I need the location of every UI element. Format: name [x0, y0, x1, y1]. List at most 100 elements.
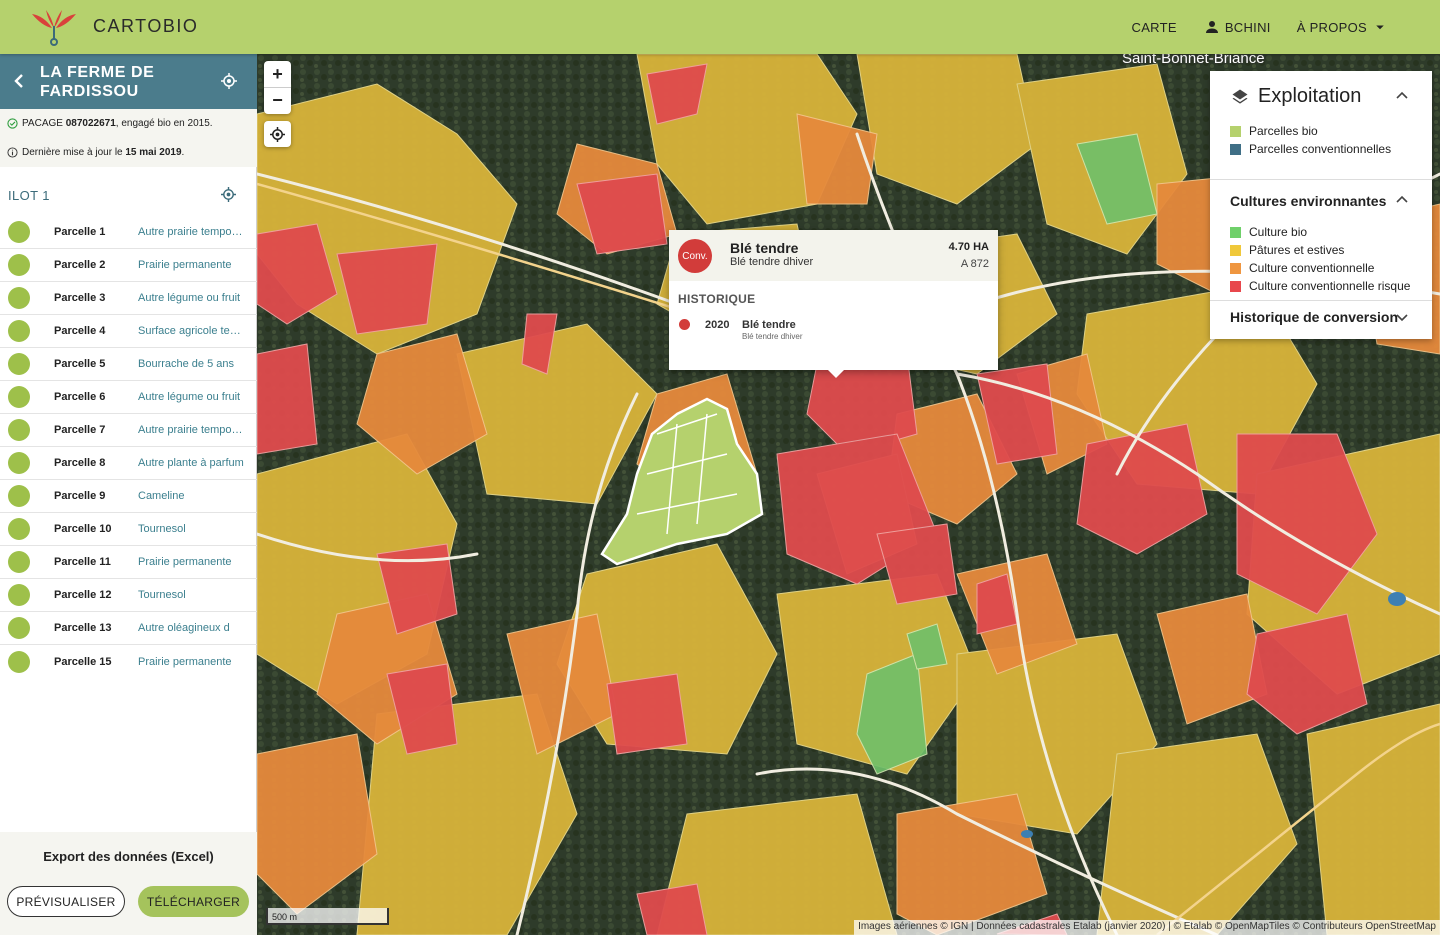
- pacage-line: PACAGE 087022671, engagé bio en 2015.: [7, 118, 213, 129]
- nav-user[interactable]: BCHINI: [1190, 0, 1284, 54]
- parcel-row[interactable]: Parcelle 11 Prairie permanente: [0, 546, 257, 579]
- parcel-name: Parcelle 13: [54, 622, 112, 634]
- chevron-up-icon[interactable]: [1395, 193, 1409, 207]
- history-crop-detail: Blé tendre dhiver: [742, 332, 803, 341]
- parcel-row[interactable]: Parcelle 3 Autre légume ou fruit: [0, 282, 257, 315]
- farm-info: PACAGE 087022671, engagé bio en 2015. De…: [0, 109, 257, 167]
- parcel-name: Parcelle 10: [54, 523, 112, 535]
- locate-ilot-icon[interactable]: [221, 187, 236, 202]
- town-label: Saint-Bonnet-Briance: [1122, 54, 1265, 67]
- legend-label: Culture conventionnelle: [1249, 261, 1375, 275]
- zoom-in-button[interactable]: +: [264, 61, 291, 87]
- parcel-status-dot: [8, 485, 30, 507]
- download-button[interactable]: TÉLÉCHARGER: [138, 886, 249, 917]
- ilot-title: ILOT 1: [8, 188, 50, 203]
- parcel-status-dot: [8, 419, 30, 441]
- legend-swatch: [1230, 226, 1241, 238]
- legend-item: Culture conventionnelle: [1230, 261, 1374, 275]
- parcel-row[interactable]: Parcelle 10 Tournesol: [0, 513, 257, 546]
- locate-farm-icon[interactable]: [221, 73, 237, 89]
- parcel-row[interactable]: Parcelle 12 Tournesol: [0, 579, 257, 612]
- legend-history-header[interactable]: Historique de conversion: [1230, 309, 1398, 325]
- legend-item: Pâtures et estives: [1230, 243, 1344, 257]
- geolocate-button[interactable]: [264, 121, 291, 147]
- conversion-badge: Conv.: [678, 239, 712, 273]
- legend-swatch: [1230, 262, 1241, 274]
- legend-surroundings-header[interactable]: Cultures environnantes: [1230, 193, 1386, 209]
- parcel-status-dot: [8, 650, 30, 673]
- legend-swatch: [1230, 143, 1241, 155]
- map-view[interactable]: Saint-Bonnet-Briance + − Conv. Blé tendr…: [257, 54, 1440, 935]
- parcel-crop: Prairie permanente: [138, 655, 232, 668]
- parcel-crop: Autre oléagineux d: [138, 622, 230, 634]
- parcel-name: Parcelle 11: [54, 556, 111, 568]
- preview-button[interactable]: PRÉVISUALISER: [7, 886, 125, 917]
- legend-title: Exploitation: [1258, 85, 1362, 107]
- parcel-name: Parcelle 9: [54, 490, 106, 502]
- history-title: HISTORIQUE: [678, 292, 756, 306]
- user-icon: [1205, 21, 1218, 33]
- parcel-name: Parcelle 15: [54, 655, 112, 668]
- parcel-row[interactable]: Parcelle 4 Surface agricole temporaire: [0, 315, 257, 348]
- parcel-crop: Prairie permanente: [138, 259, 232, 271]
- zoom-out-button[interactable]: −: [264, 87, 291, 113]
- main-nav: CARTE BCHINI À PROPOS: [1119, 0, 1403, 54]
- legend-swatch: [1230, 244, 1241, 256]
- zoom-control: + −: [264, 61, 291, 114]
- parcel-crop: Surface agricole temporaire: [138, 325, 246, 337]
- legend-label: Pâtures et estives: [1249, 243, 1345, 257]
- popup-title: Blé tendre: [730, 240, 799, 256]
- parcel-crop: Bourrache de 5 ans: [138, 358, 235, 370]
- app-name[interactable]: CARTOBIO: [93, 16, 198, 37]
- parcel-row[interactable]: Parcelle 8 Autre plante à parfum: [0, 447, 257, 480]
- parcel-status-dot: [8, 254, 30, 276]
- parcel-row[interactable]: Parcelle 13 Autre oléagineux d: [0, 612, 257, 645]
- legend-label: Parcelles bio: [1249, 124, 1318, 138]
- legend-exploitation-header[interactable]: Exploitation: [1230, 85, 1361, 108]
- parcel-row[interactable]: Parcelle 1 Autre prairie temporaire: [0, 216, 257, 249]
- legend-divider: [1210, 300, 1432, 301]
- chevron-left-icon[interactable]: [10, 71, 28, 91]
- legend-item: Parcelles conventionnelles: [1230, 142, 1391, 156]
- parcel-row[interactable]: Parcelle 6 Autre légume ou fruit: [0, 381, 257, 414]
- parcel-name: Parcelle 8: [54, 457, 106, 469]
- parcel-row[interactable]: Parcelle 5 Bourrache de 5 ans: [0, 348, 257, 381]
- parcel-status-dot: [8, 287, 30, 309]
- ilot-header: ILOT 1: [0, 182, 257, 208]
- parcel-status-dot: [8, 584, 30, 606]
- nav-carte[interactable]: CARTE: [1119, 0, 1190, 54]
- export-title: Export des données (Excel): [43, 849, 214, 864]
- parcel-row[interactable]: Parcelle 9 Cameline: [0, 480, 257, 513]
- caret-down-icon: [1376, 25, 1384, 30]
- legend-item: Culture bio: [1230, 225, 1307, 239]
- legend-label: Culture conventionnelle risque: [1249, 279, 1411, 293]
- nav-about[interactable]: À PROPOS: [1284, 0, 1402, 54]
- chevron-down-icon[interactable]: [1395, 310, 1409, 324]
- history-status-dot: [679, 319, 690, 330]
- map-attribution[interactable]: Images aériennes © IGN | Données cadastr…: [854, 920, 1440, 935]
- parcel-row[interactable]: Parcelle 7 Autre prairie temporaire: [0, 414, 257, 447]
- legend-label: Culture bio: [1249, 225, 1308, 239]
- farm-header: LA FERME DE FARDISSOU: [0, 54, 257, 109]
- parcel-name: Parcelle 6: [54, 391, 106, 403]
- parcel-name: Parcelle 12: [54, 589, 112, 601]
- popup-header: Conv. Blé tendre Blé tendre dhiver 4.70 …: [669, 230, 998, 281]
- parcel-row[interactable]: Parcelle 2 Prairie permanente: [0, 249, 257, 282]
- parcel-status-dot: [8, 320, 30, 342]
- nav-carte-label: CARTE: [1131, 19, 1177, 35]
- legend-swatch: [1230, 125, 1241, 137]
- cartobio-logo-icon[interactable]: [30, 6, 78, 46]
- pacage-engaged: , engagé bio en 2015.: [115, 118, 213, 129]
- update-date: 15 mai 2019: [125, 147, 182, 158]
- parcel-row[interactable]: Parcelle 15 Prairie permanente: [0, 645, 257, 678]
- parcel-name: Parcelle 2: [54, 259, 106, 271]
- chevron-up-icon[interactable]: [1395, 89, 1409, 103]
- popup-cadastral-ref: A 872: [960, 258, 989, 270]
- pacage-prefix: PACAGE: [22, 118, 66, 129]
- legend-swatch: [1230, 280, 1241, 292]
- top-bar: CARTOBIO CARTE BCHINI À PROPOS: [0, 0, 1440, 54]
- parcel-status-dot: [8, 452, 30, 474]
- legend-item: Parcelles bio: [1230, 124, 1318, 138]
- history-crop: Blé tendre: [742, 319, 796, 331]
- parcel-crop: Prairie permanente: [138, 556, 232, 568]
